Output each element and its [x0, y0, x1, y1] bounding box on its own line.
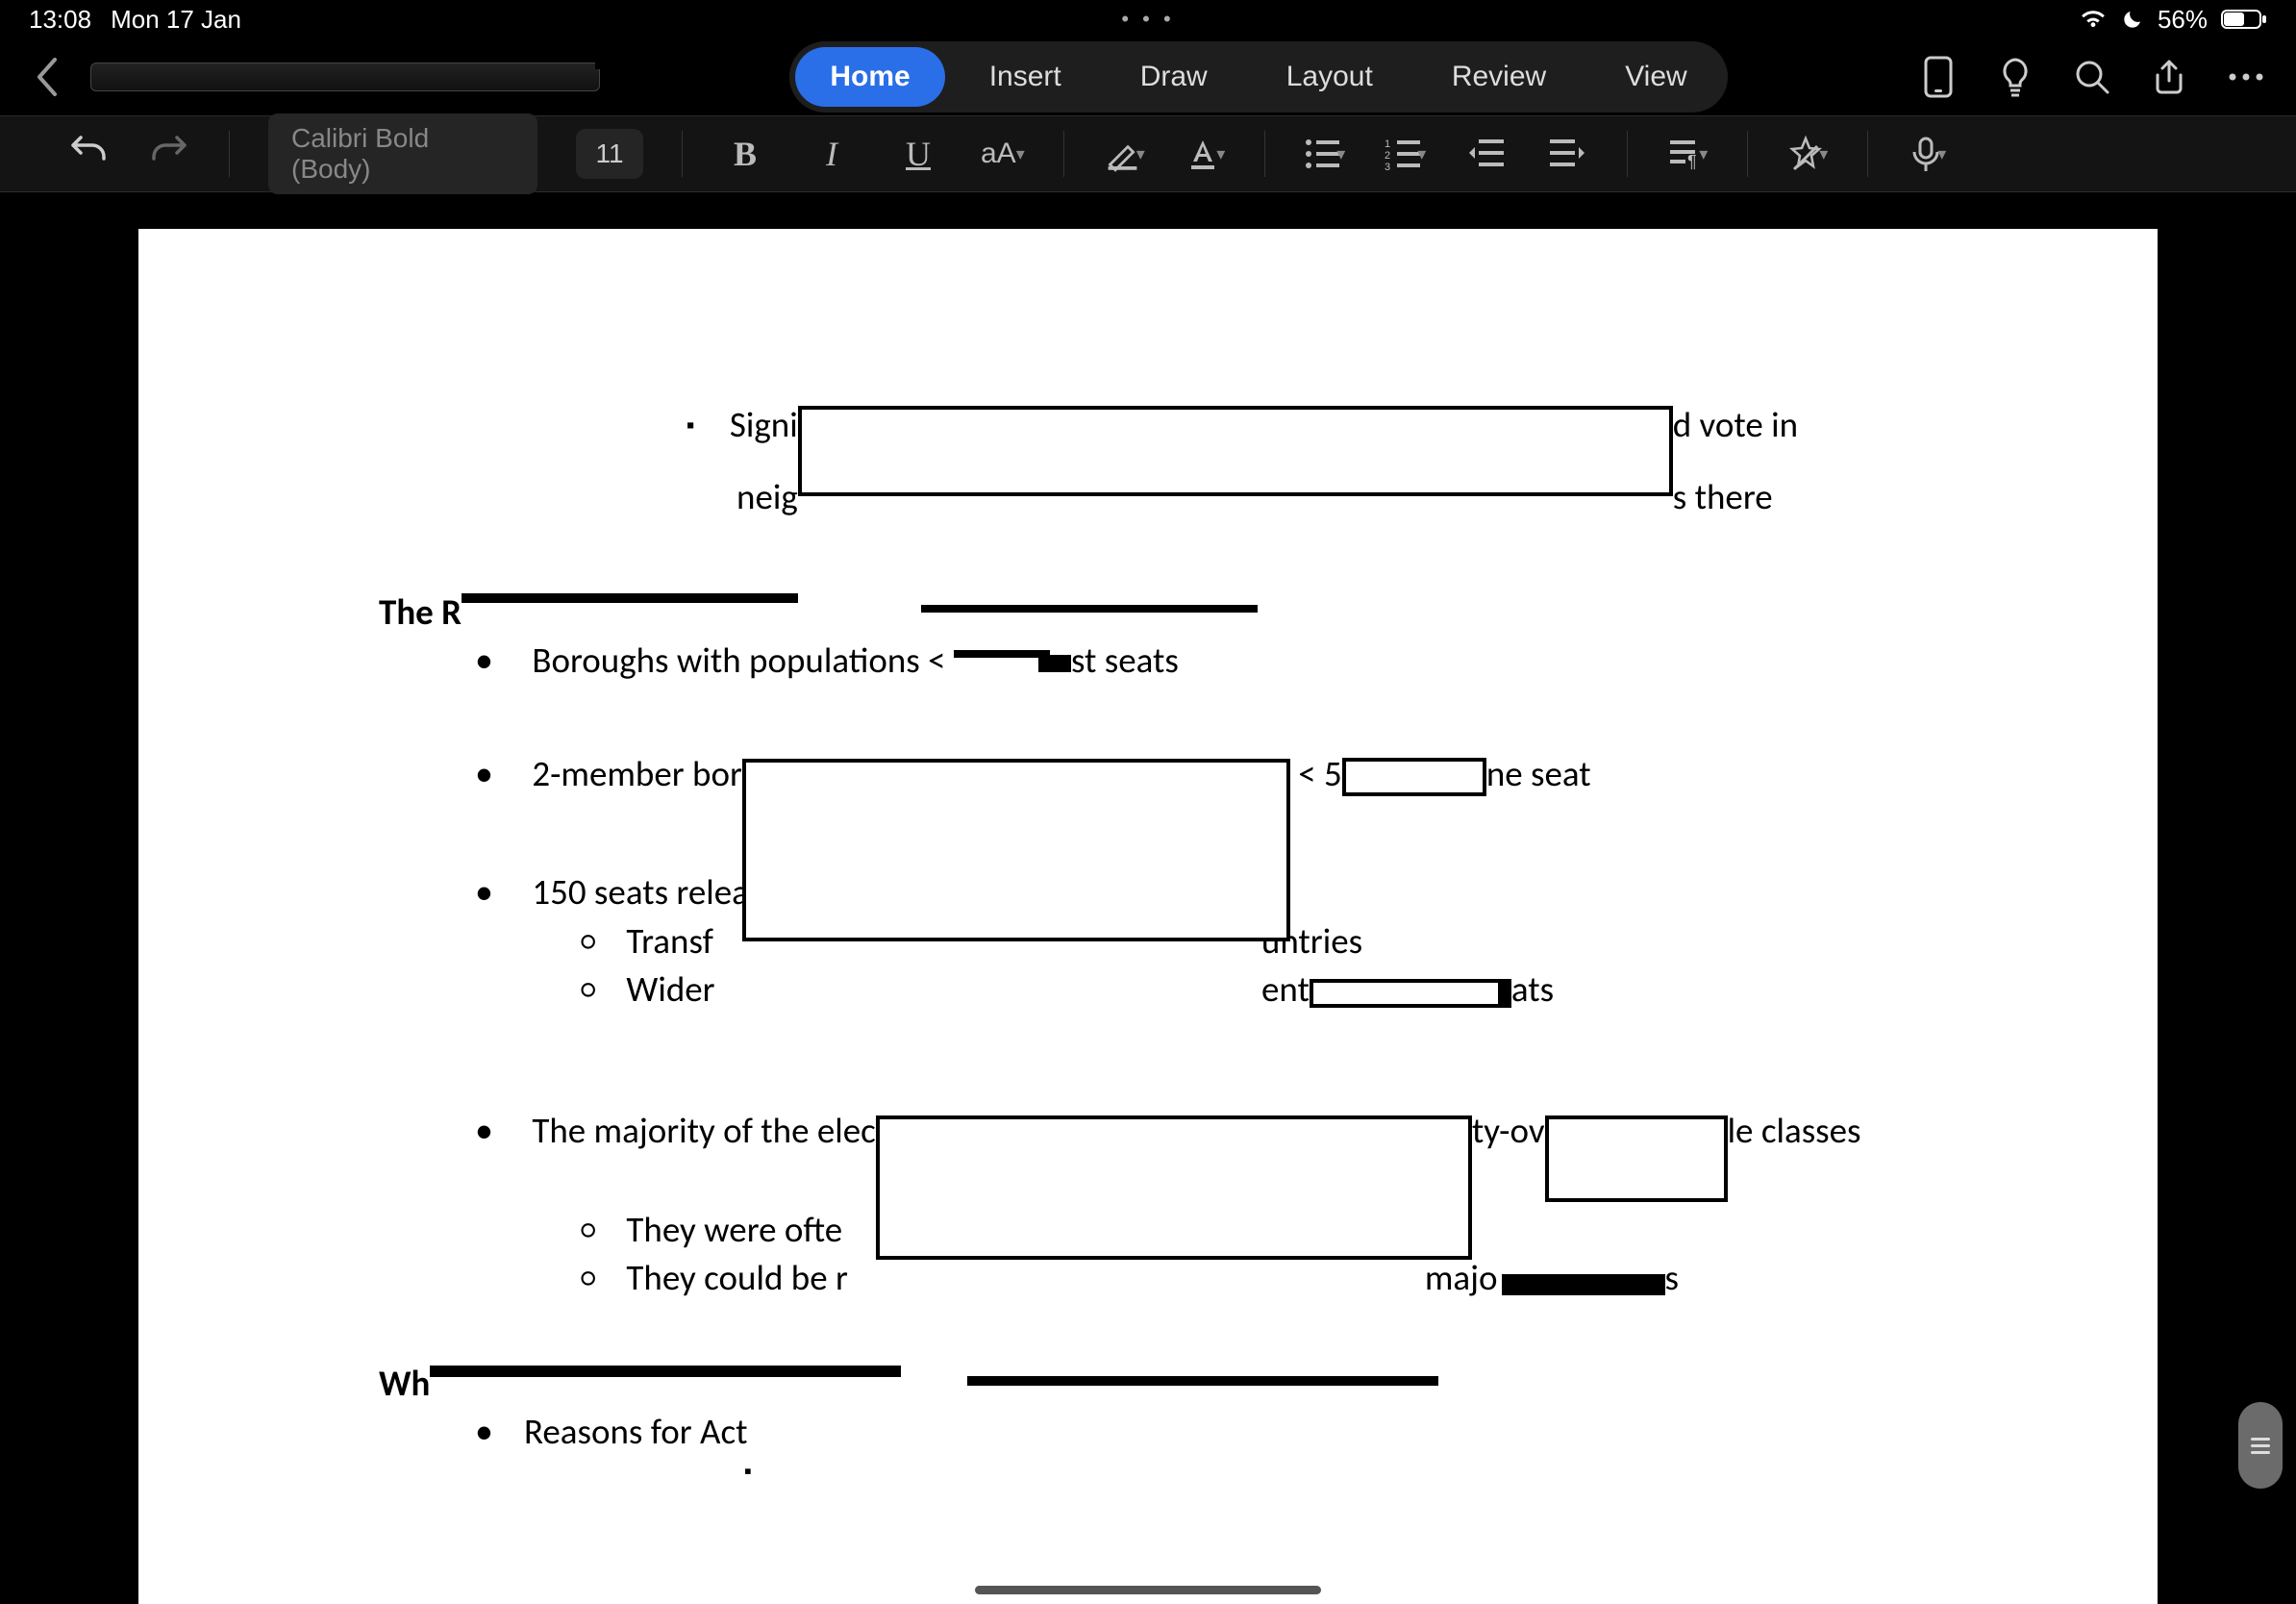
- dnd-moon-icon: [2121, 8, 2144, 31]
- undo-button[interactable]: [67, 128, 110, 180]
- doc-text: le classes: [1728, 1109, 1861, 1152]
- doc-text: Wider: [626, 967, 723, 1011]
- page-1[interactable]: Signi d vote in neig s there The R Borough…: [138, 229, 2158, 1604]
- doc-text: 150 seats relea: [532, 870, 749, 914]
- italic-button[interactable]: I: [808, 134, 856, 174]
- battery-icon: [2221, 8, 2267, 31]
- doc-text: Boroughs with populations <: [532, 639, 954, 682]
- doc-text: Transf: [626, 919, 712, 963]
- more-icon[interactable]: [2225, 56, 2267, 98]
- paragraph-marks-button[interactable]: ¶▾: [1666, 133, 1709, 175]
- tab-home[interactable]: Home: [795, 47, 944, 107]
- svg-text:3: 3: [1385, 162, 1390, 170]
- doc-text: They could be r: [626, 1256, 847, 1299]
- doc-text: They were ofte: [626, 1208, 842, 1251]
- doc-text: neig: [736, 475, 798, 518]
- text-cursor: ▪: [744, 1457, 2296, 1486]
- font-color-button[interactable]: ▾: [1184, 133, 1226, 175]
- status-time: 13:08: [29, 5, 91, 35]
- doc-text: Reasons for Act: [524, 1410, 748, 1453]
- status-date: Mon 17 Jan: [111, 5, 241, 35]
- underline-button[interactable]: U: [894, 134, 942, 174]
- mobile-view-icon[interactable]: [1917, 56, 1959, 98]
- text-effects-button[interactable]: aA▾: [981, 138, 1025, 170]
- doc-text: Signi: [730, 403, 798, 446]
- highlight-color-button[interactable]: ▾: [1103, 133, 1145, 175]
- doc-text: ent: [1261, 967, 1310, 1011]
- svg-text:1: 1: [1385, 138, 1390, 150]
- status-bar: 13:08 Mon 17 Jan • • • 56%: [0, 0, 2296, 38]
- numbering-button[interactable]: 123▾: [1385, 133, 1427, 175]
- svg-text:2: 2: [1385, 150, 1390, 162]
- multitask-dots[interactable]: • • •: [1121, 7, 1174, 32]
- decrease-indent-button[interactable]: [1465, 133, 1508, 175]
- svg-text:¶: ¶: [1687, 152, 1697, 171]
- doc-text: The majority of the elec: [532, 1109, 876, 1152]
- doc-text: 2-member bor: [532, 752, 742, 795]
- doc-text: majo: [1425, 1256, 1498, 1299]
- bold-button[interactable]: B: [721, 134, 769, 174]
- redo-button[interactable]: [148, 128, 190, 180]
- scroll-handle[interactable]: [2238, 1402, 2283, 1489]
- tell-me-bulb-icon[interactable]: [1994, 56, 2036, 98]
- ribbon-tabs: Home Insert Draw Layout Review View: [789, 41, 1727, 113]
- document-area[interactable]: Signi d vote in neig s there The R Borough…: [0, 229, 2296, 1604]
- doc-text: s: [1665, 1256, 1679, 1299]
- tab-insert[interactable]: Insert: [955, 47, 1096, 107]
- doc-text: ty-ov: [1472, 1109, 1545, 1152]
- search-icon[interactable]: [2071, 56, 2113, 98]
- home-indicator[interactable]: [975, 1586, 1321, 1594]
- document-title-field[interactable]: [90, 63, 600, 91]
- bullets-button[interactable]: ▾: [1304, 133, 1346, 175]
- doc-text: s there: [1673, 475, 1773, 518]
- dictate-button[interactable]: ▾: [1907, 133, 1949, 175]
- font-name-select[interactable]: Calibri Bold (Body): [268, 113, 537, 194]
- doc-text: The R: [379, 590, 462, 634]
- doc-text: st seats: [1071, 639, 1179, 682]
- share-icon[interactable]: [2148, 56, 2190, 98]
- doc-text: ne seat: [1486, 752, 1591, 795]
- increase-indent-button[interactable]: [1546, 133, 1588, 175]
- wifi-icon: [2079, 8, 2108, 31]
- doc-text: < 5: [1290, 752, 1342, 795]
- tab-review[interactable]: Review: [1417, 47, 1581, 107]
- font-size-select[interactable]: 11: [576, 129, 643, 179]
- battery-percent: 56%: [2158, 5, 2208, 35]
- home-ribbon: Calibri Bold (Body) 11 B I U aA▾ ▾ ▾ ▾ 1…: [0, 115, 2296, 192]
- styles-button[interactable]: ▾: [1786, 133, 1829, 175]
- tab-draw[interactable]: Draw: [1106, 47, 1242, 107]
- title-bar: Home Insert Draw Layout Review View: [0, 38, 2296, 115]
- tab-layout[interactable]: Layout: [1252, 47, 1408, 107]
- tab-view[interactable]: View: [1590, 47, 1721, 107]
- doc-text: d vote in: [1673, 403, 1798, 446]
- back-button[interactable]: [29, 56, 67, 98]
- doc-text: Wh: [379, 1362, 430, 1405]
- doc-text: ats: [1511, 967, 1554, 1011]
